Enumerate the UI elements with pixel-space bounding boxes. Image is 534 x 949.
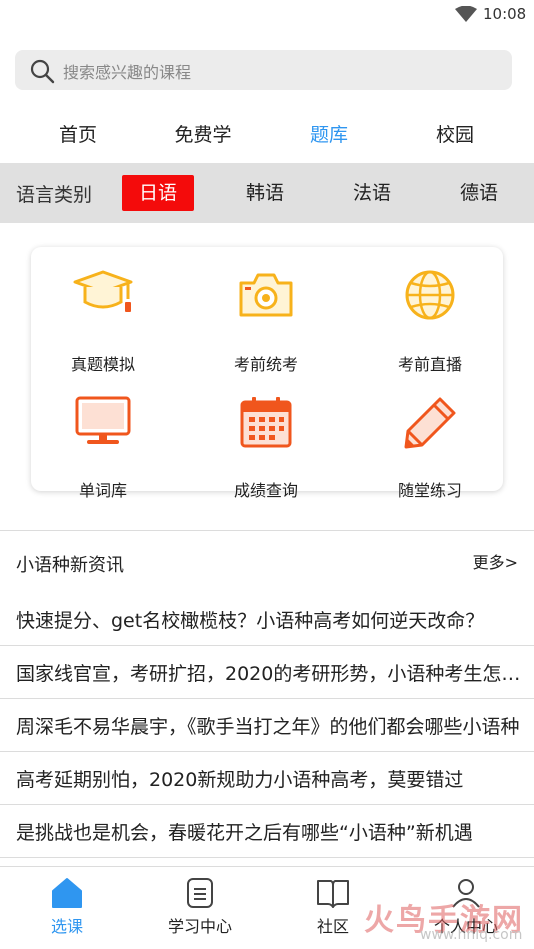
tab-campus[interactable]: 校园 — [436, 120, 474, 147]
tile-score-lookup[interactable]: 成绩查询 — [196, 395, 336, 500]
status-time: 10:08 — [483, 5, 527, 23]
tile-exam-simulation[interactable]: 真题模拟 — [33, 269, 173, 374]
monitor-icon — [33, 395, 173, 447]
news-header: 小语种新资讯 更多> — [0, 531, 534, 589]
news-section-title: 小语种新资讯 — [16, 555, 124, 576]
document-icon — [145, 877, 255, 909]
status-bar: 10:08 — [0, 0, 534, 30]
camera-icon — [196, 269, 336, 319]
news-item[interactable]: 快速提分、get名校橄榄枝？小语种高考如何逆天改命？ — [0, 593, 534, 646]
top-nav: 首页 免费学 题库 校园 — [0, 104, 534, 160]
home-icon — [12, 877, 122, 909]
wifi-icon — [455, 5, 477, 26]
language-korean[interactable]: 韩语 — [229, 175, 301, 211]
pencil-icon — [360, 395, 500, 449]
news-list: 快速提分、get名校橄榄枝？小语种高考如何逆天改命？ 国家线官宣，考研扩招，20… — [0, 593, 534, 858]
news-more-link[interactable]: 更多> — [473, 549, 518, 573]
language-german[interactable]: 德语 — [443, 175, 515, 211]
tab-free-learning[interactable]: 免费学 — [174, 120, 231, 147]
tile-label: 单词库 — [78, 481, 127, 500]
tile-class-practice[interactable]: 随堂练习 — [360, 395, 500, 500]
news-item[interactable]: 高考延期别怕，2020新规助力小语种高考，莫要错过 — [0, 752, 534, 805]
tab-question-bank[interactable]: 题库 — [310, 120, 348, 147]
news-item[interactable]: 周深毛不易华晨宇，《歌手当打之年》的他们都会哪些小语种 — [0, 699, 534, 752]
tab-home[interactable]: 首页 — [59, 120, 97, 147]
search-bar[interactable]: 搜索感兴趣的课程 — [15, 50, 512, 90]
search-icon — [29, 58, 55, 88]
tile-label: 考前统考 — [233, 355, 298, 374]
tile-label: 随堂练习 — [397, 481, 462, 500]
language-filter-bar: 语言类别 日语 韩语 法语 德语 — [0, 163, 534, 223]
language-french[interactable]: 法语 — [336, 175, 408, 211]
feature-card: 真题模拟 考前统考 考前直播 单词库 成绩查询 随堂练习 — [31, 247, 503, 500]
news-item[interactable]: 是挑战也是机会，春暖花开之后有哪些“小语种”新机遇 — [0, 805, 534, 858]
news-item[interactable]: 国家线官宣，考研扩招，2020的考研形势，小语种考生怎么办 — [0, 646, 534, 699]
tile-pre-exam-live[interactable]: 考前直播 — [360, 269, 500, 374]
bottom-tab-courses[interactable]: 选课 — [12, 877, 122, 937]
tile-label: 真题模拟 — [70, 355, 135, 374]
calendar-icon — [196, 395, 336, 449]
tile-label: 成绩查询 — [233, 481, 298, 500]
bottom-tab-learning-center[interactable]: 学习中心 — [145, 877, 255, 937]
graduation-cap-icon — [33, 269, 173, 319]
watermark-url: www.hnlq.com — [420, 927, 523, 943]
bottom-tab-label: 学习中心 — [167, 917, 232, 936]
watermark: 火鸟手游网 www.hnlq.com — [360, 895, 530, 945]
tile-vocabulary[interactable]: 单词库 — [33, 395, 173, 500]
bottom-tab-label: 选课 — [50, 917, 83, 936]
tile-pre-exam-test[interactable]: 考前统考 — [196, 269, 336, 374]
globe-icon — [360, 269, 500, 321]
language-category-label: 语言类别 — [16, 184, 93, 206]
tile-label: 考前直播 — [397, 355, 462, 374]
language-japanese[interactable]: 日语 — [122, 175, 194, 211]
search-input[interactable]: 搜索感兴趣的课程 — [63, 59, 191, 83]
